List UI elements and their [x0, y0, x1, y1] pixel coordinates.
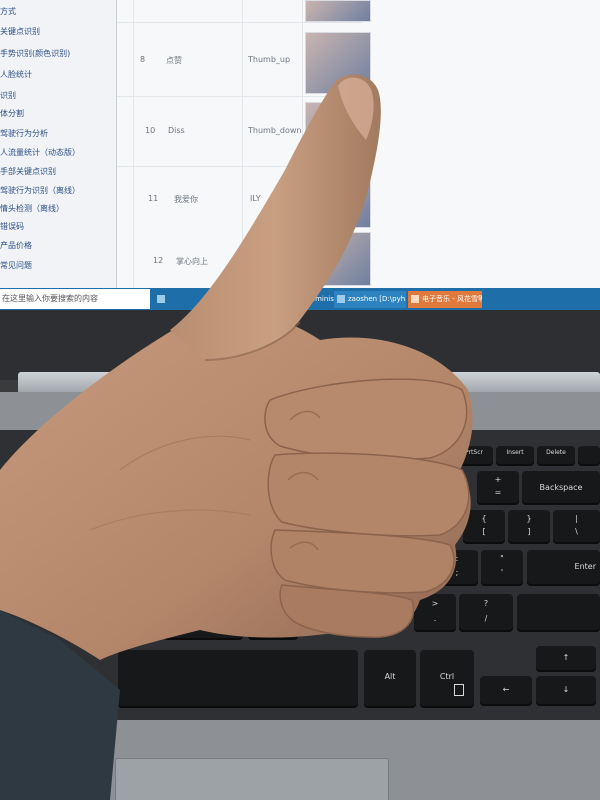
finger-ring	[270, 529, 455, 594]
thumb	[170, 74, 381, 360]
finger-middle	[267, 452, 470, 537]
thumbs-up-hand	[0, 74, 473, 800]
photo-scene: 方式 关键点识别 手势识别(颜色识别) 人脸统计 识别 体分割 驾驶行为分析 人…	[0, 0, 600, 800]
